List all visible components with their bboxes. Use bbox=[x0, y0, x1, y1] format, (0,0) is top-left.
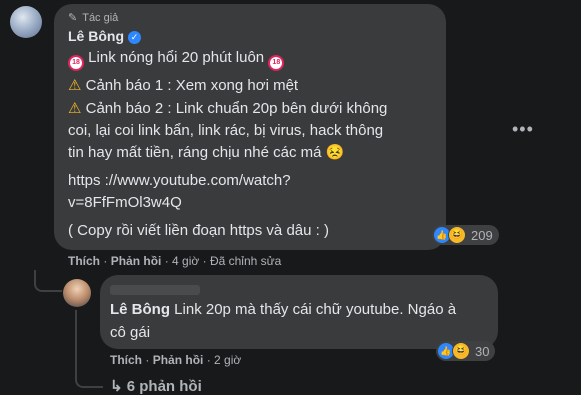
reply-reactions[interactable]: 👍 😆 30 bbox=[436, 341, 496, 361]
reply-button[interactable]: Phản hồi bbox=[111, 254, 162, 268]
comment-time[interactable]: 4 giờ bbox=[172, 254, 199, 268]
reply-arrow-icon: ↳ bbox=[110, 378, 123, 395]
comment-actions: Thích · Phản hồi · 4 giờ · Đã chỉnh sửa bbox=[68, 254, 282, 268]
edited-label: Đã chỉnh sửa bbox=[209, 254, 282, 268]
comment-line-1: 18 Link nóng hổi 20 phút luôn 18 bbox=[68, 48, 285, 71]
warning-icon: ⚠ bbox=[68, 77, 82, 94]
comment-warning-2: ⚠ Cảnh báo 2 : Link chuẩn 20p bên dưới k… bbox=[68, 100, 388, 117]
more-options-icon[interactable]: ••• bbox=[512, 119, 534, 140]
comment-warning-2-cont: coi, lại coi link bẩn, link rác, bị viru… bbox=[68, 122, 384, 139]
comment-url: v=8FfFmOl3w4Q bbox=[68, 194, 182, 211]
reply-button[interactable]: Phản hồi bbox=[153, 353, 204, 367]
view-more-replies[interactable]: ↳ 6 phản hồi bbox=[110, 377, 202, 395]
no-under-18-icon: 18 bbox=[68, 55, 84, 71]
mention-link[interactable]: Lê Bông bbox=[110, 301, 170, 318]
pen-icon: ✎ bbox=[68, 12, 78, 24]
verified-badge-icon: ✓ bbox=[128, 31, 141, 44]
comment-author[interactable]: Lê Bông ✓ bbox=[68, 28, 141, 46]
reply-time[interactable]: 2 giờ bbox=[214, 353, 241, 367]
thread-line bbox=[75, 310, 77, 380]
haha-reaction-icon: 😆 bbox=[452, 342, 470, 360]
like-button[interactable]: Thích bbox=[110, 353, 142, 367]
author-avatar[interactable] bbox=[10, 6, 42, 38]
reply-author-redacted bbox=[110, 285, 200, 295]
reply-line-1: Lê Bông Link 20p mà thấy cái chữ youtube… bbox=[110, 301, 457, 318]
comment-url: https ://www.youtube.com/watch? bbox=[68, 172, 291, 189]
reply-actions: Thích · Phản hồi · 2 giờ bbox=[110, 353, 242, 367]
comment-note: ( Copy rồi viết liền đoạn https và dâu :… bbox=[68, 222, 329, 239]
like-button[interactable]: Thích bbox=[68, 254, 100, 268]
comment-warning-2-cont: tin hay mất tiền, ráng chịu nhé các má 😣 bbox=[68, 144, 345, 161]
thread-connector bbox=[75, 372, 103, 388]
reply-line-2: cô gái bbox=[110, 324, 151, 341]
haha-reaction-icon: 😆 bbox=[448, 226, 466, 244]
no-under-18-icon: 18 bbox=[268, 55, 285, 71]
warning-icon: ⚠ bbox=[68, 100, 82, 117]
thread-connector bbox=[34, 270, 62, 292]
author-badge: ✎ Tác giả bbox=[68, 11, 119, 25]
reply-avatar[interactable] bbox=[63, 279, 91, 307]
comment-reactions[interactable]: 👍 😆 209 bbox=[432, 225, 499, 245]
comment-warning-1: ⚠ Cảnh báo 1 : Xem xong hơi mệt bbox=[68, 77, 299, 94]
